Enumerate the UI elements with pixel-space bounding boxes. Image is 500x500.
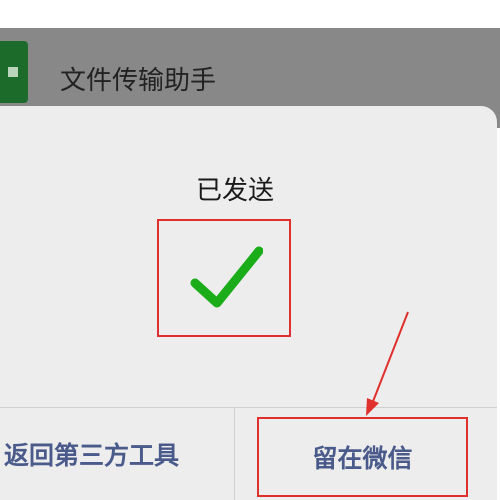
sent-dialog: 已发送 返回第三方工具 留在微信 [0,106,497,500]
checkmark-icon [190,246,263,308]
file-transfer-app-icon [0,41,28,103]
stay-in-wechat-button[interactable]: 留在微信 [257,417,468,497]
checkmark-highlight-box [157,219,291,337]
chat-title: 文件传输助手 [60,66,217,96]
button-separator [234,408,235,500]
app-icon-glyph [8,67,18,77]
return-to-third-party-button[interactable]: 返回第三方工具 [0,414,234,494]
button-row-divider [0,407,497,408]
screen: 文件传输助手 已发送 返回第三方工具 留在微信 [0,0,500,500]
annotation-arrow-icon [366,311,409,416]
dialog-title: 已发送 [195,176,274,206]
